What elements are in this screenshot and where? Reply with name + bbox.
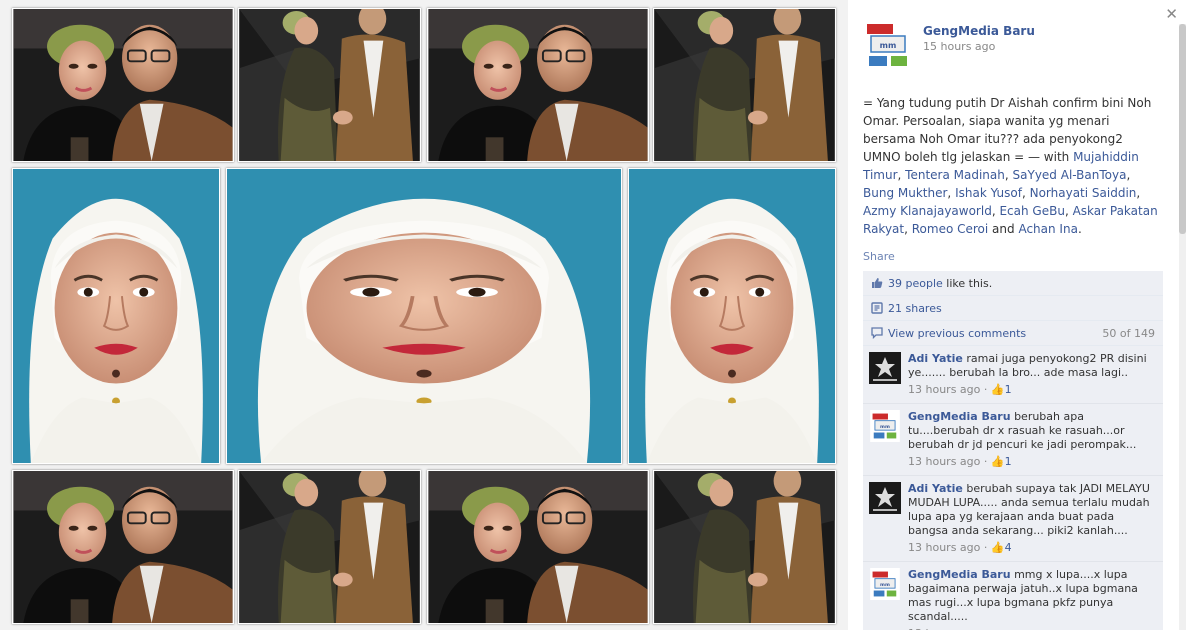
- comment-item: GengMedia Baru mmg x lupa....x lupa baga…: [863, 562, 1163, 630]
- thumbs-up-icon: [872, 278, 883, 288]
- panel-scrollbar[interactable]: [1179, 24, 1186, 630]
- comment-icon: [871, 327, 883, 339]
- tag-separator: ,: [1021, 186, 1030, 200]
- page-avatar[interactable]: [863, 18, 913, 72]
- likes-suffix: like this.: [942, 277, 993, 290]
- tag-link[interactable]: Azmy Klanajayaworld: [863, 204, 992, 218]
- tag-link[interactable]: Romeo Ceroi: [912, 222, 988, 236]
- tag-separator: ,: [1136, 186, 1141, 200]
- couple-photo: [428, 9, 648, 161]
- commenter-avatar[interactable]: [869, 410, 901, 442]
- comment-like-count[interactable]: 👍1: [991, 455, 1012, 468]
- comment-time[interactable]: 13 hours ago: [908, 541, 980, 554]
- couple-photo: [13, 9, 233, 161]
- commenter-avatar[interactable]: [869, 352, 901, 384]
- photo-tile-hijab-large: [226, 168, 622, 464]
- comment-item: GengMedia Baru berubah apa tu....berubah…: [863, 404, 1163, 476]
- tag-separator: ,: [1004, 168, 1013, 182]
- photo-viewer: ✕ GengMedia Baru 15 hours ago = Yang tud…: [0, 0, 1188, 630]
- shares-link[interactable]: 21 shares: [888, 302, 942, 315]
- tag-link[interactable]: Achan Ina: [1018, 222, 1077, 236]
- comment-like-number: 1: [1004, 455, 1012, 468]
- share-link[interactable]: Share: [863, 250, 895, 263]
- dance-photo: [654, 9, 835, 161]
- tags-and: and: [988, 222, 1019, 236]
- comment-like-count[interactable]: 👍1: [991, 383, 1012, 396]
- comment-list: Adi Yatie ramai juga penyokong2 PR disin…: [863, 346, 1163, 630]
- tag-link[interactable]: SaYyed Al-BanToya: [1013, 168, 1127, 182]
- tag-separator: ,: [1126, 168, 1131, 182]
- commenter-avatar[interactable]: [869, 482, 901, 514]
- tag-link[interactable]: Tentera Madinah: [905, 168, 1005, 182]
- photo-tile-couple: [427, 8, 649, 162]
- photo-tile-dance: [653, 8, 836, 162]
- comment-time[interactable]: 13 hours ago: [908, 455, 980, 468]
- shares-row: 21 shares: [863, 296, 1163, 321]
- view-previous-row: View previous comments 50 of 149: [863, 321, 1163, 346]
- tag-link[interactable]: Bung Mukther: [863, 186, 947, 200]
- comment-item: Adi Yatie berubah supaya tak JADI MELAYU…: [863, 476, 1163, 562]
- comment-author-link[interactable]: Adi Yatie: [908, 482, 963, 495]
- photo-tile-dance: [238, 470, 421, 624]
- couple-photo: [428, 471, 648, 623]
- photo-stage[interactable]: [0, 0, 848, 630]
- hijab-portrait: [13, 169, 219, 463]
- comment-like-number: 4: [1004, 541, 1012, 554]
- comment-like-number: 1: [1004, 383, 1012, 396]
- post-panel: ✕ GengMedia Baru 15 hours ago = Yang tud…: [848, 0, 1188, 630]
- photo-tile-dance: [238, 8, 421, 162]
- photo-tile-couple: [12, 8, 234, 162]
- photo-tile-couple: [427, 470, 649, 624]
- page-name-link[interactable]: GengMedia Baru: [923, 24, 1035, 38]
- comment-meta: 13 hours ago · 👍1: [908, 455, 1012, 468]
- comment-author-link[interactable]: GengMedia Baru: [908, 410, 1011, 423]
- comment-meta: 13 hours ago · 👍1: [908, 383, 1012, 396]
- view-previous-comments-link[interactable]: View previous comments: [888, 327, 1026, 340]
- likes-link[interactable]: 39 people: [888, 277, 943, 290]
- comment-author-link[interactable]: Adi Yatie: [908, 352, 963, 365]
- dance-photo: [654, 471, 835, 623]
- tag-link[interactable]: Ecah GeBu: [999, 204, 1064, 218]
- comment-time[interactable]: 13 hours ago: [908, 383, 980, 396]
- tag-link[interactable]: Ishak Yusof: [955, 186, 1022, 200]
- post-timestamp[interactable]: 15 hours ago: [923, 40, 995, 53]
- hijab-portrait: [629, 169, 835, 463]
- tag-separator: ,: [1064, 204, 1073, 218]
- tag-separator: ,: [904, 222, 912, 236]
- dance-photo: [239, 471, 420, 623]
- tag-link[interactable]: Norhayati Saiddin: [1030, 186, 1137, 200]
- photo-tile-couple: [12, 470, 234, 624]
- dance-photo: [239, 9, 420, 161]
- comment-like-count[interactable]: 👍4: [991, 541, 1012, 554]
- photo-tile-hijab: [628, 168, 836, 464]
- share-icon: [871, 302, 883, 314]
- commenter-avatar[interactable]: [869, 568, 901, 600]
- close-icon[interactable]: ✕: [1165, 5, 1178, 23]
- hijab-portrait: [227, 169, 621, 463]
- ufi-box: 39 people like this. 21 shares View prev…: [863, 271, 1163, 630]
- scroll-thumb[interactable]: [1179, 24, 1186, 234]
- tag-separator: ,: [947, 186, 956, 200]
- comment-meta: 13 hours ago · 👍4: [908, 541, 1012, 554]
- comment-count: 50 of 149: [1102, 327, 1155, 340]
- likes-row: 39 people like this.: [863, 271, 1163, 296]
- couple-photo: [13, 471, 233, 623]
- comment-item: Adi Yatie ramai juga penyokong2 PR disin…: [863, 346, 1163, 404]
- photo-tile-hijab: [12, 168, 220, 464]
- photo-tile-dance: [653, 470, 836, 624]
- comment-author-link[interactable]: GengMedia Baru: [908, 568, 1011, 581]
- post-message: = Yang tudung putih Dr Aishah confirm bi…: [863, 96, 1158, 236]
